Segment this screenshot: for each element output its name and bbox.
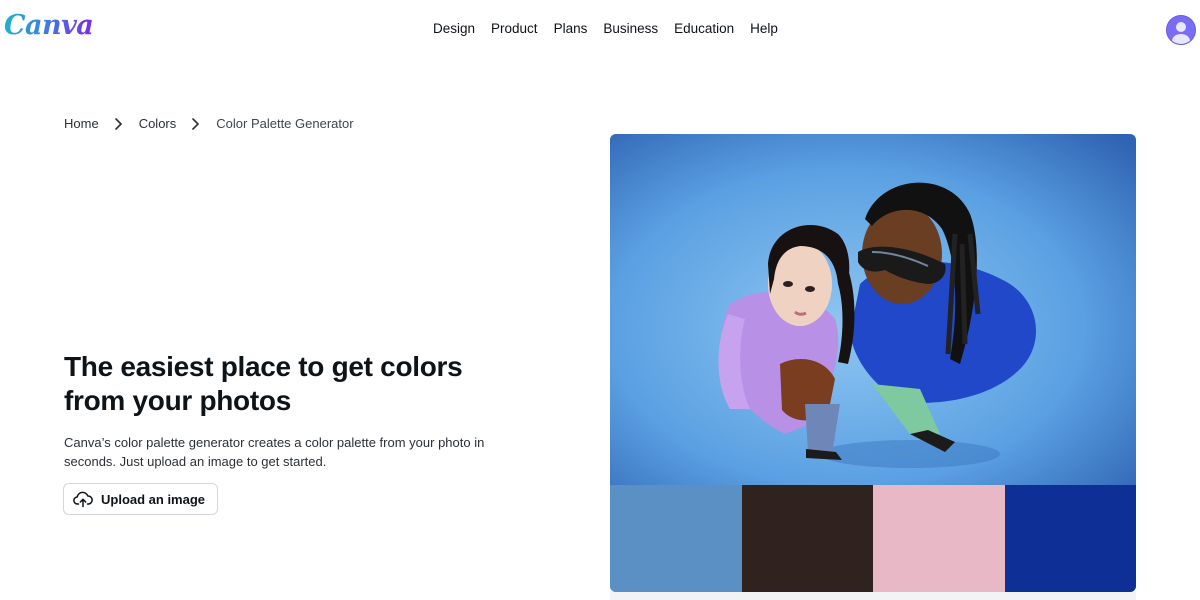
color-palette — [610, 485, 1136, 592]
chevron-right-icon — [114, 117, 122, 130]
page-title: The easiest place to get colors from you… — [64, 351, 463, 416]
top-navigation-bar: Canva Design Product Plans Business Educ… — [0, 0, 1200, 58]
page: Canva Design Product Plans Business Educ… — [0, 0, 1200, 600]
card-bottom-edge — [610, 592, 1136, 600]
nav-item-business[interactable]: Business — [595, 20, 666, 38]
breadcrumb-colors[interactable]: Colors — [139, 116, 177, 131]
user-avatar[interactable] — [1166, 15, 1196, 45]
main-nav: Design Product Plans Business Education … — [425, 20, 786, 38]
page-description: Canva’s color palette generator creates … — [64, 435, 485, 469]
user-icon — [1167, 16, 1195, 44]
breadcrumb-current: Color Palette Generator — [216, 116, 354, 131]
sample-photo — [610, 134, 1136, 485]
chevron-right-icon — [192, 117, 200, 130]
palette-swatch-1[interactable] — [610, 485, 742, 592]
canva-logo[interactable]: Canva — [4, 10, 94, 41]
breadcrumb: Home Colors Color Palette Generator — [64, 116, 354, 131]
upload-button-label: Upload an image — [101, 491, 206, 507]
nav-item-design[interactable]: Design — [425, 20, 483, 38]
palette-swatch-4[interactable] — [1004, 485, 1136, 592]
palette-preview-card — [610, 134, 1136, 592]
palette-swatch-3[interactable] — [873, 485, 1005, 592]
breadcrumb-home[interactable]: Home — [64, 116, 99, 131]
nav-item-plans[interactable]: Plans — [546, 20, 596, 38]
palette-swatch-2[interactable] — [741, 485, 873, 592]
nav-item-help[interactable]: Help — [742, 20, 786, 38]
nav-item-product[interactable]: Product — [483, 20, 546, 38]
upload-image-button[interactable]: Upload an image — [63, 483, 219, 515]
nav-item-education[interactable]: Education — [666, 20, 742, 38]
cloud-upload-icon — [73, 491, 93, 508]
